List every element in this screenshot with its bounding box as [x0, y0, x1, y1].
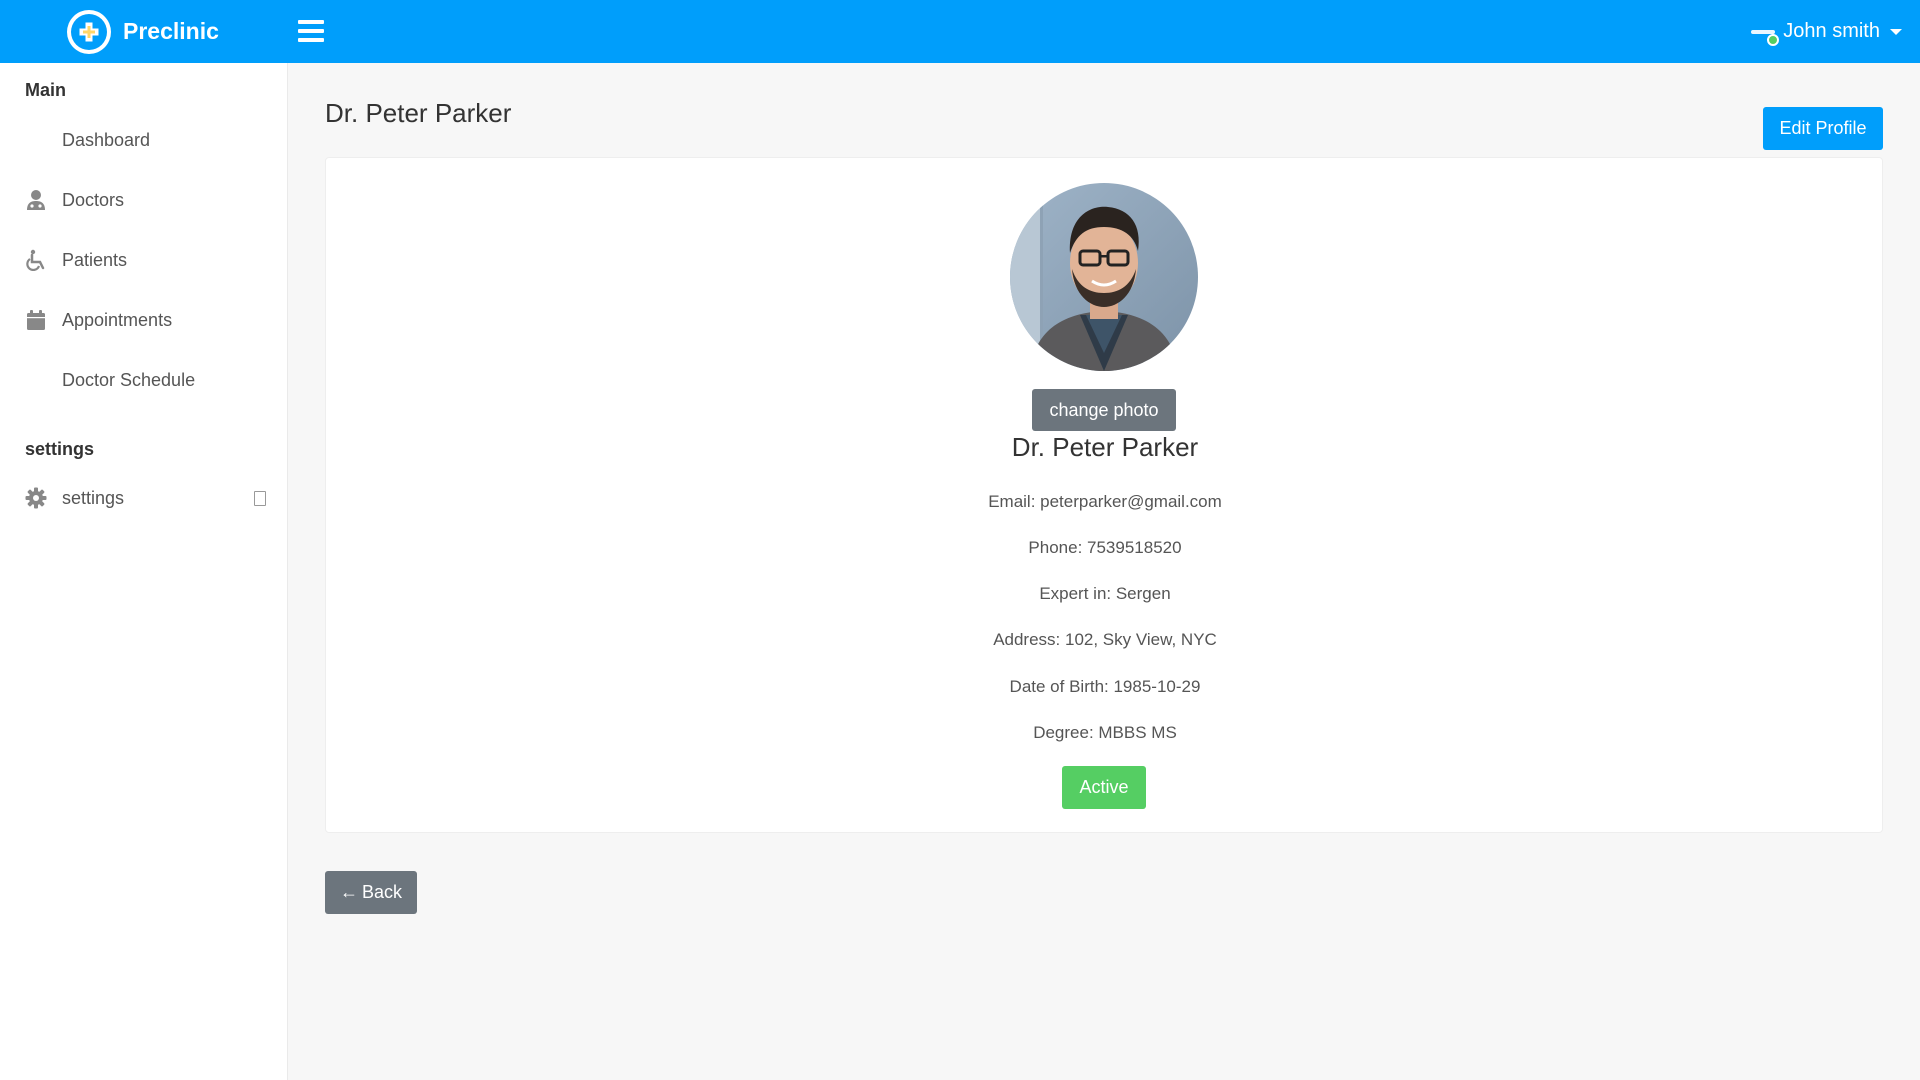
sidebar-item-appointments[interactable]: Appointments — [0, 296, 288, 344]
change-photo-button[interactable]: change photo — [1032, 389, 1176, 431]
sidebar-item-label: Doctors — [62, 189, 125, 210]
profile-dob: Date of Birth: 1985-10-29 — [1009, 677, 1201, 696]
profile-email: Email: peterparker@gmail.com — [988, 492, 1222, 511]
logo[interactable]: Preclinic — [67, 0, 219, 63]
online-status-icon — [1767, 33, 1780, 46]
calendar-icon — [25, 309, 47, 331]
arrow-left-icon: ← — [339, 882, 358, 902]
sidebar-item-dashboard[interactable]: Dashboard — [0, 116, 288, 164]
sidebar-item-label: Patients — [62, 249, 128, 270]
status-badge: Active — [1062, 766, 1146, 809]
hamburger-icon[interactable] — [298, 18, 324, 44]
wheelchair-icon — [25, 249, 47, 271]
doctor-icon — [25, 189, 47, 211]
sidebar-section-settings: settings — [25, 439, 95, 459]
chevron-right-icon — [254, 490, 266, 506]
sidebar-item-doctor-schedule[interactable]: Doctor Schedule — [0, 356, 288, 404]
profile-card: change photo Dr. Peter Parker Email: pet… — [325, 157, 1883, 833]
sidebar: Main Dashboard Doctors Patients Appointm… — [0, 63, 288, 1080]
sidebar-section-main: Main — [25, 80, 67, 100]
top-header: Preclinic John smith — [0, 0, 1920, 63]
avatar — [1010, 183, 1198, 371]
profile-degree: Degree: MBBS MS — [1033, 723, 1177, 742]
sidebar-item-label: Doctor Schedule — [62, 369, 196, 390]
sidebar-item-patients[interactable]: Patients — [0, 236, 288, 284]
back-button-label: Back — [361, 882, 403, 902]
chevron-down-icon — [1890, 28, 1902, 35]
sidebar-item-doctors[interactable]: Doctors — [0, 176, 288, 224]
profile-address: Address: 102, Sky View, NYC — [993, 630, 1217, 649]
profile-phone: Phone: 7539518520 — [1028, 538, 1182, 557]
profile-name: Dr. Peter Parker — [1011, 432, 1199, 462]
sidebar-item-label: settings — [62, 487, 125, 508]
brand-name: Preclinic — [123, 18, 219, 44]
plus-cross-icon — [67, 9, 111, 54]
avatar — [1749, 22, 1780, 46]
gear-icon — [25, 487, 47, 509]
sidebar-item-label: Appointments — [62, 309, 173, 330]
sidebar-item-label: Dashboard — [62, 129, 151, 150]
user-menu[interactable]: John smith — [1749, 0, 1902, 63]
page-title: Dr. Peter Parker — [325, 98, 512, 128]
sidebar-item-settings[interactable]: settings — [0, 474, 288, 522]
back-button[interactable]: ← Back — [325, 871, 417, 914]
profile-expertise: Expert in: Sergen — [1039, 584, 1171, 603]
edit-profile-button[interactable]: Edit Profile — [1763, 107, 1883, 150]
user-name: John smith — [1783, 20, 1880, 42]
